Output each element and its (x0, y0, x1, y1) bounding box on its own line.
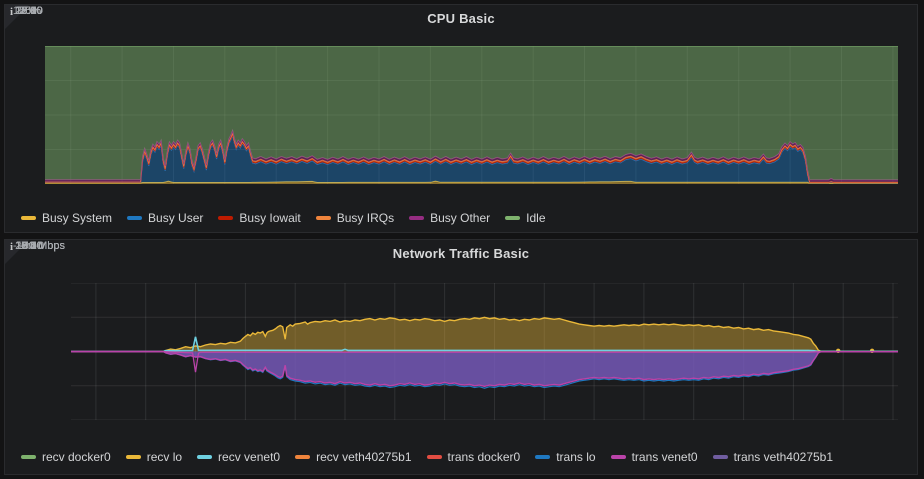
legend-swatch-recv-veth40275b1 (295, 455, 310, 459)
legend-label: Busy Other (430, 211, 490, 225)
legend-item-recv-docker0[interactable]: recv docker0 (21, 450, 111, 464)
legend-label: Idle (526, 211, 545, 225)
cpu-chart[interactable] (45, 46, 898, 184)
cpu-legend: Busy System Busy User Busy Iowait Busy IRQs… (21, 211, 546, 225)
panel-title-network[interactable]: Network Traffic Basic (5, 246, 917, 261)
x-axis-tick-label: 20:10 (5, 240, 53, 252)
legend-swatch-trans-lo (535, 455, 550, 459)
legend-label: recv docker0 (42, 450, 111, 464)
legend-item-busy-iowait[interactable]: Busy Iowait (218, 211, 300, 225)
network-legend: recv docker0 recv lo recv venet0 recv veth4… (21, 450, 833, 464)
legend-swatch-busy-system (21, 216, 36, 220)
legend-label: Busy Iowait (239, 211, 300, 225)
legend-item-idle[interactable]: Idle (505, 211, 545, 225)
legend-label: Busy User (148, 211, 203, 225)
legend-swatch-recv-lo (126, 455, 141, 459)
legend-swatch-recv-docker0 (21, 455, 36, 459)
legend-item-trans-docker0[interactable]: trans docker0 (427, 450, 521, 464)
panel-title-cpu[interactable]: CPU Basic (5, 11, 917, 26)
legend-item-trans-venet0[interactable]: trans venet0 (611, 450, 698, 464)
legend-swatch-busy-iowait (218, 216, 233, 220)
legend-swatch-trans-docker0 (427, 455, 442, 459)
legend-item-trans-lo[interactable]: trans lo (535, 450, 595, 464)
legend-swatch-busy-user (127, 216, 142, 220)
legend-swatch-trans-venet0 (611, 455, 626, 459)
legend-swatch-busy-irqs (316, 216, 331, 220)
legend-label: trans veth40275b1 (734, 450, 833, 464)
legend-label: Busy System (42, 211, 112, 225)
legend-item-recv-veth40275b1[interactable]: recv veth40275b1 (295, 450, 411, 464)
legend-label: recv venet0 (218, 450, 280, 464)
legend-label: Busy IRQs (337, 211, 394, 225)
legend-item-recv-lo[interactable]: recv lo (126, 450, 182, 464)
legend-item-recv-venet0[interactable]: recv venet0 (197, 450, 280, 464)
legend-label: recv lo (147, 450, 182, 464)
network-traffic-panel: i Network Traffic Basic 100 Mbps50 Mbps0… (4, 239, 918, 475)
legend-label: trans lo (556, 450, 595, 464)
legend-label: recv veth40275b1 (316, 450, 411, 464)
grafana-dashboard: { "page": {"bg": "#131314"}, "panels": [… (0, 0, 924, 479)
legend-swatch-trans-veth40275b1 (713, 455, 728, 459)
legend-item-trans-veth40275b1[interactable]: trans veth40275b1 (713, 450, 833, 464)
legend-swatch-busy-other (409, 216, 424, 220)
network-chart[interactable] (71, 283, 898, 420)
legend-swatch-idle (505, 216, 520, 220)
legend-item-busy-system[interactable]: Busy System (21, 211, 112, 225)
legend-item-busy-irqs[interactable]: Busy IRQs (316, 211, 394, 225)
legend-swatch-recv-venet0 (197, 455, 212, 459)
legend-label: trans venet0 (632, 450, 698, 464)
legend-item-busy-user[interactable]: Busy User (127, 211, 203, 225)
x-axis-tick-label: 20:10 (5, 5, 53, 17)
legend-label: trans docker0 (448, 450, 521, 464)
legend-item-busy-other[interactable]: Busy Other (409, 211, 490, 225)
cpu-basic-panel: i CPU Basic 100%75%50%25%0%17:3017:4017:… (4, 4, 918, 233)
